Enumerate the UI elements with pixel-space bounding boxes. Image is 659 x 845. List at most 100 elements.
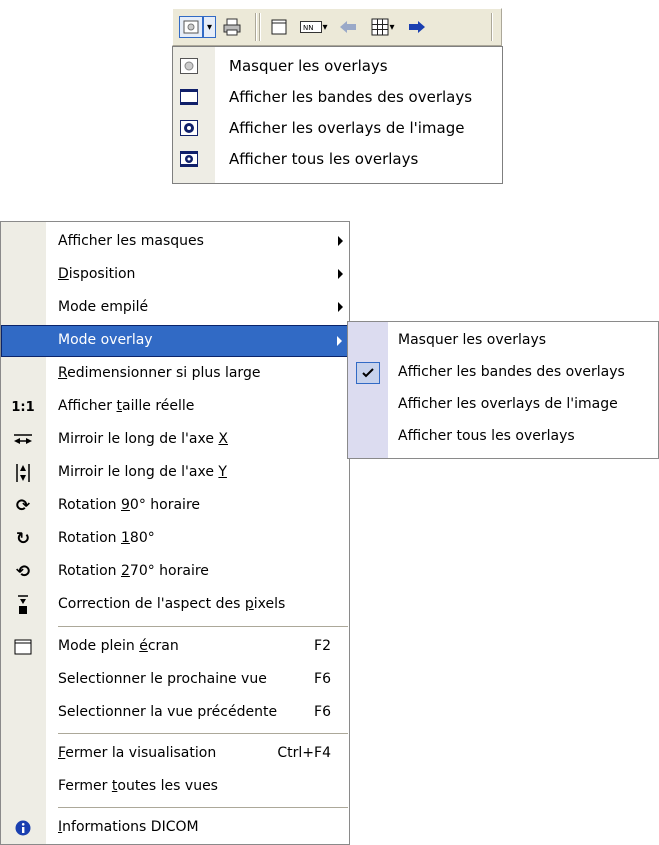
menu-item-rotate-270[interactable]: ⟲ Rotation 270° horaire [1, 556, 349, 588]
overlay-mode-submenu: Masquer les overlays Afficher les bandes… [347, 321, 659, 459]
layout-button[interactable]: NN ▾ [297, 16, 331, 38]
submenu-item-label: Afficher tous les overlays [398, 428, 575, 444]
menu-item-rotate-90[interactable]: ⟳ Rotation 90° horaire [1, 490, 349, 522]
menu-item-layout[interactable]: Disposition [1, 259, 349, 291]
arrow-right-icon [409, 21, 425, 33]
submenu-item-all-overlays[interactable]: Afficher tous les overlays [348, 422, 658, 453]
submenu-item-image-overlays[interactable]: Afficher les overlays de l'image [348, 390, 658, 421]
forward-button[interactable] [405, 16, 429, 38]
menu-item-mirror-x[interactable]: Mirroir le long de l'axe X [1, 424, 349, 456]
menu-item-select-previous-view[interactable]: Selectionner la vue précédente F6 [1, 697, 349, 729]
menu-item-label: Afficher taille réelle [58, 398, 195, 414]
arrow-left-icon [340, 21, 356, 33]
context-menu: Afficher les masques Disposition Mode em… [0, 221, 350, 845]
menu-item-close-all-views[interactable]: Fermer toutes les vues [1, 771, 349, 803]
submenu-arrow-icon [338, 236, 343, 246]
menu-item-rotate-180[interactable]: ↻ Rotation 180° [1, 523, 349, 555]
menu-item-label: Selectionner le prochaine vue [58, 671, 267, 687]
overlay-bands-icon [180, 89, 198, 105]
pixel-aspect-icon [12, 595, 34, 615]
grid-button[interactable]: ▾ [366, 16, 400, 38]
menu-item-stacked-mode[interactable]: Mode empilé [1, 292, 349, 324]
toolbar-separator [255, 13, 257, 41]
toolbar-separator [491, 13, 493, 41]
submenu-arrow-icon [337, 336, 342, 346]
dropdown-item-image-overlays[interactable]: Afficher les overlays de l'image [173, 113, 502, 144]
layout-icon: NN [300, 21, 323, 33]
menu-item-actual-size[interactable]: 1:1 Afficher taille réelle [1, 391, 349, 423]
window-icon [271, 19, 287, 35]
menu-item-close-view[interactable]: Fermer la visualisation Ctrl+F4 [1, 738, 349, 770]
info-icon [12, 818, 34, 838]
toolbar: ▾ NN ▾ ▾ [172, 8, 502, 46]
menu-item-label: Selectionner la vue précédente [58, 704, 278, 720]
window-icon [12, 637, 34, 657]
toolbar-separator [259, 13, 261, 41]
rotate-counterclockwise-icon: ⟲ [15, 562, 31, 582]
menu-item-label: Mode plein écran [58, 638, 179, 654]
menu-item-label: Afficher les masques [58, 233, 204, 249]
overlay-hidden-icon [180, 58, 198, 74]
rotate-180-icon: ↻ [15, 529, 31, 549]
menu-item-label: Mirroir le long de l'axe Y [58, 464, 227, 480]
submenu-item-label: Afficher les bandes des overlays [398, 364, 625, 380]
printer-icon [223, 18, 241, 36]
overlay-toggle-button[interactable] [179, 16, 203, 38]
mirror-horizontal-icon [12, 430, 34, 450]
overlay-image-icon [180, 120, 198, 136]
menu-item-label: Mode empilé [58, 299, 149, 315]
submenu-item-hide-overlays[interactable]: Masquer les overlays [348, 326, 658, 357]
menu-item-label: Disposition [58, 266, 136, 282]
menu-item-label: Fermer la visualisation [58, 745, 217, 761]
menu-item-fullscreen[interactable]: Mode plein écran F2 [1, 631, 349, 663]
print-button[interactable] [220, 16, 244, 38]
mirror-vertical-icon [12, 463, 34, 483]
menu-item-dicom-info[interactable]: Informations DICOM [1, 812, 349, 844]
dropdown-item-label: Afficher les overlays de l'image [229, 119, 465, 137]
dropdown-item-label: Afficher tous les overlays [229, 150, 419, 168]
submenu-item-overlay-bands[interactable]: Afficher les bandes des overlays [348, 358, 658, 389]
actual-size-icon: 1:1 [11, 399, 35, 415]
menu-item-label: Informations DICOM [58, 819, 199, 835]
menu-separator [58, 626, 348, 627]
menu-item-label: Correction de l'aspect des pixels [58, 596, 286, 612]
chevron-down-icon: ▾ [389, 21, 395, 33]
dropdown-item-overlay-bands[interactable]: Afficher les bandes des overlays [173, 82, 502, 113]
grid-icon [371, 18, 389, 36]
menu-item-label: Mode overlay [58, 332, 153, 348]
menu-item-mirror-y[interactable]: Mirroir le long de l'axe Y [1, 457, 349, 489]
overlay-all-icon [180, 151, 198, 167]
overlay-dropdown-arrow[interactable]: ▾ [203, 16, 216, 38]
checkmark-icon [356, 362, 380, 384]
submenu-item-label: Masquer les overlays [398, 332, 547, 348]
menu-item-label: Mirroir le long de l'axe X [58, 431, 228, 447]
menu-item-label: Rotation 90° horaire [58, 497, 201, 513]
menu-item-show-masks[interactable]: Afficher les masques [1, 226, 349, 258]
menu-separator [58, 807, 348, 808]
menu-item-label: Fermer toutes les vues [58, 778, 218, 794]
back-button[interactable] [336, 16, 360, 38]
menu-item-resize-if-larger[interactable]: Redimensionner si plus large [1, 358, 349, 390]
svg-text:NN: NN [303, 24, 313, 32]
submenu-item-label: Afficher les overlays de l'image [398, 396, 618, 412]
menu-item-overlay-mode[interactable]: Mode overlay [1, 325, 349, 357]
menu-item-shortcut: F6 [314, 704, 331, 720]
menu-item-shortcut: Ctrl+F4 [277, 745, 331, 761]
overlay-dropdown-menu: Masquer les overlays Afficher les bandes… [172, 46, 503, 184]
fullscreen-button[interactable] [267, 16, 291, 38]
menu-item-shortcut: F2 [314, 638, 331, 654]
rotate-clockwise-icon: ⟳ [15, 496, 31, 516]
menu-item-label: Rotation 180° [58, 530, 155, 546]
dropdown-item-hide-overlays[interactable]: Masquer les overlays [173, 51, 502, 82]
overlay-icon [183, 20, 199, 34]
menu-item-pixel-aspect[interactable]: Correction de l'aspect des pixels [1, 589, 349, 621]
menu-item-label: Rotation 270° horaire [58, 563, 209, 579]
menu-item-shortcut: F6 [314, 671, 331, 687]
menu-item-select-next-view[interactable]: Selectionner le prochaine vue F6 [1, 664, 349, 696]
chevron-down-icon: ▾ [322, 21, 328, 33]
dropdown-item-label: Afficher les bandes des overlays [229, 88, 473, 106]
submenu-arrow-icon [338, 302, 343, 312]
dropdown-item-all-overlays[interactable]: Afficher tous les overlays [173, 144, 502, 175]
dropdown-item-label: Masquer les overlays [229, 57, 388, 75]
submenu-arrow-icon [338, 269, 343, 279]
